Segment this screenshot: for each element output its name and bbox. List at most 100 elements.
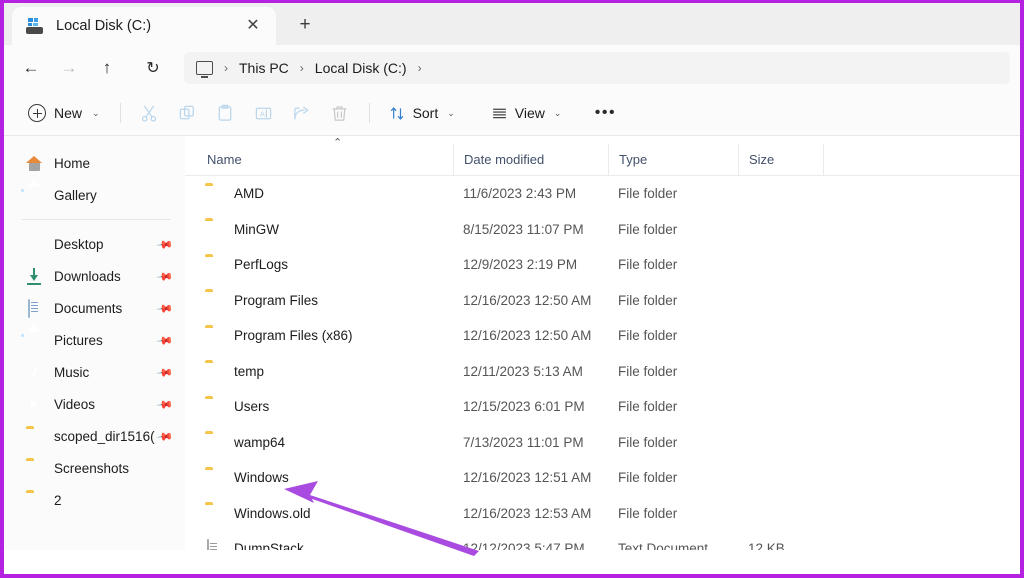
view-icon bbox=[492, 108, 506, 118]
breadcrumb-separator[interactable]: › bbox=[418, 61, 422, 75]
column-header-spacer bbox=[823, 144, 1020, 175]
sidebar-item-music[interactable]: Music 📌 bbox=[14, 358, 177, 387]
navigation-bar: ← → ↑ ↻ › This PC › Local Disk (C:) › bbox=[4, 45, 1020, 91]
file-date-cell: 12/12/2023 5:47 PM bbox=[463, 541, 585, 550]
file-date-cell: 8/15/2023 11:07 PM bbox=[463, 221, 584, 237]
sidebar-item-downloads[interactable]: Downloads 📌 bbox=[14, 262, 177, 291]
new-tab-button[interactable]: + bbox=[288, 8, 322, 42]
back-arrow-icon[interactable]: ← bbox=[14, 52, 48, 84]
pin-icon[interactable]: 📌 bbox=[155, 363, 173, 382]
sidebar-item-label: Downloads bbox=[54, 269, 121, 284]
forward-arrow-icon: → bbox=[60, 58, 78, 77]
more-options-button[interactable]: ••• bbox=[588, 97, 622, 129]
table-row[interactable]: Users 12/15/2023 6:01 PM File folder bbox=[185, 389, 1020, 425]
pin-icon[interactable]: 📌 bbox=[155, 299, 173, 318]
breadcrumb-separator: › bbox=[299, 61, 304, 75]
scissors-icon bbox=[142, 105, 157, 122]
toolbar-divider bbox=[119, 103, 121, 123]
file-name-cell[interactable]: Windows bbox=[185, 469, 453, 486]
plus-circle-icon bbox=[28, 104, 46, 122]
gallery-icon bbox=[26, 187, 43, 204]
pictures-icon bbox=[26, 332, 43, 349]
table-row[interactable]: wamp64 7/13/2023 11:01 PM File folder bbox=[185, 425, 1020, 461]
sidebar-item-label: Pictures bbox=[54, 333, 103, 348]
file-date-cell: 12/15/2023 6:01 PM bbox=[463, 399, 585, 415]
paste-icon bbox=[218, 104, 232, 121]
breadcrumb-item-local-disk-c[interactable]: Local Disk (C:) bbox=[315, 60, 407, 76]
file-type-cell: File folder bbox=[618, 470, 678, 486]
text-document-icon bbox=[205, 539, 223, 550]
file-name-cell[interactable]: Program Files (x86) bbox=[185, 327, 453, 344]
table-row[interactable]: Program Files (x86) 12/16/2023 12:50 AM … bbox=[185, 318, 1020, 354]
breadcrumb-item-this-pc[interactable]: This PC bbox=[239, 60, 289, 76]
table-row[interactable]: temp 12/11/2023 5:13 AM File folder bbox=[185, 354, 1020, 390]
table-row[interactable]: Windows 12/16/2023 12:51 AM File folder bbox=[185, 460, 1020, 496]
file-name-cell[interactable]: DumpStack bbox=[185, 539, 453, 550]
sidebar-item-videos[interactable]: Videos 📌 bbox=[14, 390, 177, 419]
trash-icon bbox=[332, 105, 347, 121]
folder-icon bbox=[205, 469, 223, 486]
sidebar-item-label: Music bbox=[54, 365, 90, 380]
sidebar-item-scoped-dir[interactable]: scoped_dir1516( 📌 bbox=[14, 422, 177, 451]
file-date-cell: 12/16/2023 12:53 AM bbox=[463, 505, 592, 521]
file-name-cell[interactable]: Windows.old bbox=[185, 505, 453, 522]
file-size-cell: 12 KB bbox=[748, 541, 785, 550]
file-name-cell[interactable]: AMD bbox=[185, 185, 453, 202]
file-date-cell: 11/6/2023 2:43 PM bbox=[463, 186, 577, 202]
file-name-cell[interactable]: temp bbox=[185, 363, 453, 380]
table-row[interactable]: AMD 11/6/2023 2:43 PM File folder bbox=[185, 176, 1020, 212]
sidebar-item-home[interactable]: Home bbox=[14, 149, 177, 178]
view-button[interactable]: View ⌄ bbox=[482, 97, 571, 129]
copy-icon bbox=[179, 105, 194, 119]
pin-icon[interactable]: 📌 bbox=[155, 395, 173, 414]
chevron-down-icon: ⌄ bbox=[447, 107, 455, 118]
sort-button[interactable]: Sort ⌄ bbox=[380, 97, 464, 129]
toolbar-divider bbox=[368, 103, 370, 123]
table-row[interactable]: MinGW 8/15/2023 11:07 PM File folder bbox=[185, 212, 1020, 248]
pin-icon[interactable]: 📌 bbox=[155, 235, 173, 254]
column-header-date-modified[interactable]: Date modified bbox=[453, 144, 608, 175]
breadcrumb[interactable]: › This PC › Local Disk (C:) › bbox=[184, 52, 1010, 84]
sidebar-item-pictures[interactable]: Pictures 📌 bbox=[14, 326, 177, 355]
column-header-size[interactable]: Size bbox=[738, 144, 823, 175]
monitor-icon[interactable] bbox=[196, 61, 213, 78]
table-row[interactable]: Windows.old 12/16/2023 12:53 AM File fol… bbox=[185, 496, 1020, 532]
table-row[interactable]: Program Files 12/16/2023 12:50 AM File f… bbox=[185, 283, 1020, 319]
table-row[interactable]: PerfLogs 12/9/2023 2:19 PM File folder bbox=[185, 247, 1020, 283]
sidebar-item-documents[interactable]: Documents 📌 bbox=[14, 294, 177, 323]
folder-icon bbox=[26, 428, 43, 445]
column-header-name[interactable]: Name bbox=[185, 144, 453, 175]
column-header-type[interactable]: Type bbox=[608, 144, 738, 175]
file-name-cell[interactable]: wamp64 bbox=[185, 434, 453, 451]
file-name: Windows.old bbox=[234, 505, 311, 521]
sidebar-divider bbox=[22, 219, 171, 220]
file-name-cell[interactable]: PerfLogs bbox=[185, 256, 453, 273]
pin-icon[interactable]: 📌 bbox=[155, 267, 173, 286]
refresh-icon[interactable]: ↻ bbox=[136, 52, 170, 84]
up-arrow-icon[interactable]: ↑ bbox=[90, 52, 124, 84]
folder-icon bbox=[205, 292, 223, 309]
svg-text:A: A bbox=[260, 109, 266, 118]
file-explorer-window: Local Disk (C:) ✕ + ← → ↑ ↻ › This PC › … bbox=[0, 0, 1024, 578]
tab-title: Local Disk (C:) bbox=[56, 18, 152, 34]
file-name-cell[interactable]: Program Files bbox=[185, 292, 453, 309]
file-type-cell: File folder bbox=[618, 328, 678, 344]
documents-icon bbox=[26, 299, 43, 318]
sidebar-item-desktop[interactable]: Desktop 📌 bbox=[14, 230, 177, 259]
close-icon[interactable]: ✕ bbox=[240, 13, 266, 39]
copy-button bbox=[169, 97, 207, 129]
sidebar-item-gallery[interactable]: Gallery bbox=[14, 181, 177, 210]
table-row[interactable]: DumpStack 12/12/2023 5:47 PM Text Docume… bbox=[185, 531, 1020, 550]
file-name-cell[interactable]: MinGW bbox=[185, 221, 453, 238]
file-name-cell[interactable]: Users bbox=[185, 398, 453, 415]
pin-icon[interactable]: 📌 bbox=[155, 427, 173, 446]
new-button[interactable]: New ⌄ bbox=[18, 97, 110, 129]
sidebar-item-screenshots[interactable]: Screenshots bbox=[14, 454, 177, 483]
tab-local-disk-c[interactable]: Local Disk (C:) ✕ bbox=[12, 7, 276, 45]
file-type-cell: Text Document bbox=[618, 541, 709, 550]
sidebar-item-label: scoped_dir1516( bbox=[54, 429, 155, 444]
sidebar-item-2[interactable]: 2 bbox=[14, 486, 177, 515]
pin-icon[interactable]: 📌 bbox=[155, 331, 173, 350]
file-name: Windows bbox=[234, 470, 289, 486]
drive-icon bbox=[26, 17, 44, 35]
